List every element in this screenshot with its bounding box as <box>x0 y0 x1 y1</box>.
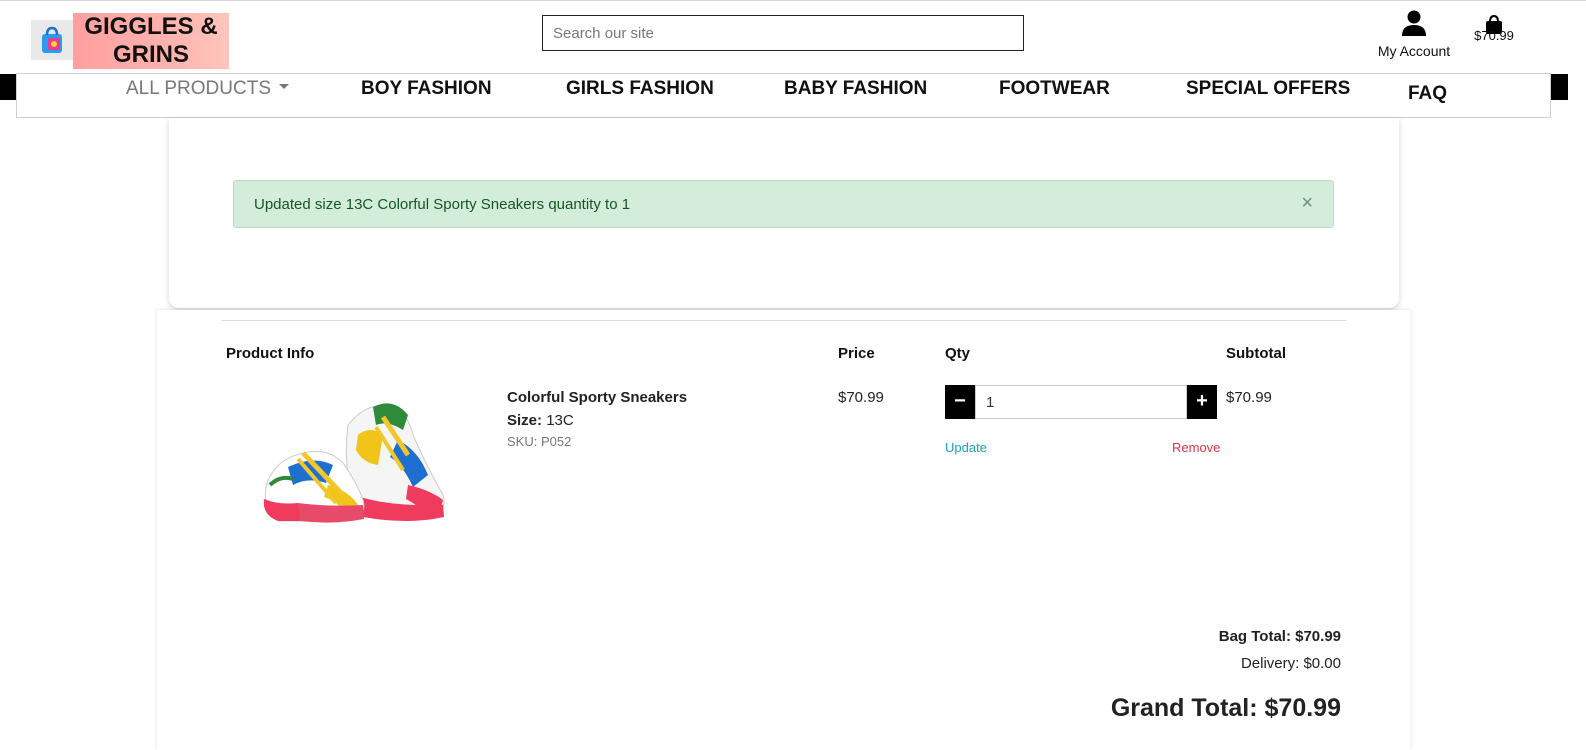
bag-total: Bag Total: $70.99 <box>1218 628 1341 645</box>
nav-faq[interactable]: FAQ <box>1408 83 1447 105</box>
size-value: 13C <box>546 412 574 429</box>
update-link[interactable]: Update <box>945 440 987 455</box>
chevron-down-icon <box>279 84 289 90</box>
user-icon <box>1402 10 1426 36</box>
logo-icon[interactable] <box>31 20 73 60</box>
quantity-stepper: − + <box>945 385 1217 419</box>
bag-total-amount: $70.99 <box>1474 28 1514 43</box>
nav-boy-fashion[interactable]: BOY FASHION <box>361 78 492 100</box>
product-price: $70.99 <box>838 389 884 406</box>
nav-baby-fashion[interactable]: BABY FASHION <box>784 78 927 100</box>
increment-button[interactable]: + <box>1187 385 1217 419</box>
nav-all-products-label: ALL PRODUCTS <box>126 78 271 99</box>
header-qty: Qty <box>945 345 971 362</box>
nav-footwear[interactable]: FOOTWEAR <box>999 78 1110 100</box>
divider <box>222 320 1346 321</box>
nav-all-products[interactable]: ALL PRODUCTS <box>126 78 289 100</box>
decrement-button[interactable]: − <box>945 385 975 419</box>
search-input[interactable] <box>543 16 1023 50</box>
shopping-bag-link[interactable]: $70.99 <box>1470 14 1518 43</box>
top-border <box>0 0 1586 1</box>
nav-girls-fashion[interactable]: GIRLS FASHION <box>566 78 714 100</box>
nav-edge-right <box>1551 74 1568 100</box>
product-sku: SKU: P052 <box>507 434 572 449</box>
product-subtotal: $70.99 <box>1226 389 1272 406</box>
account-label: My Account <box>1377 43 1451 59</box>
delivery-cost: Delivery: $0.00 <box>1240 655 1341 672</box>
size-label: Size: <box>507 412 543 429</box>
product-size: Size: 13C <box>507 412 574 429</box>
remove-link[interactable]: Remove <box>1172 440 1220 455</box>
success-alert: Updated size 13C Colorful Sporty Sneaker… <box>233 180 1334 228</box>
header-product-info: Product Info <box>226 345 315 362</box>
my-account-link[interactable]: My Account <box>1370 10 1458 59</box>
alert-message: Updated size 13C Colorful Sporty Sneaker… <box>254 196 631 213</box>
logo-text[interactable]: GIGGLES & GRINS <box>73 13 229 69</box>
search-box[interactable] <box>542 15 1024 51</box>
nav-edge-left <box>0 74 16 100</box>
quantity-input[interactable] <box>975 385 1187 419</box>
product-image <box>258 395 448 530</box>
header-price: Price <box>838 345 875 362</box>
nav-special-offers[interactable]: SPECIAL OFFERS <box>1186 78 1350 100</box>
grand-total: Grand Total: $70.99 <box>1110 694 1341 722</box>
header-subtotal: Subtotal <box>1226 345 1286 362</box>
product-name: Colorful Sporty Sneakers <box>507 389 688 406</box>
close-icon[interactable]: × <box>1301 192 1313 215</box>
